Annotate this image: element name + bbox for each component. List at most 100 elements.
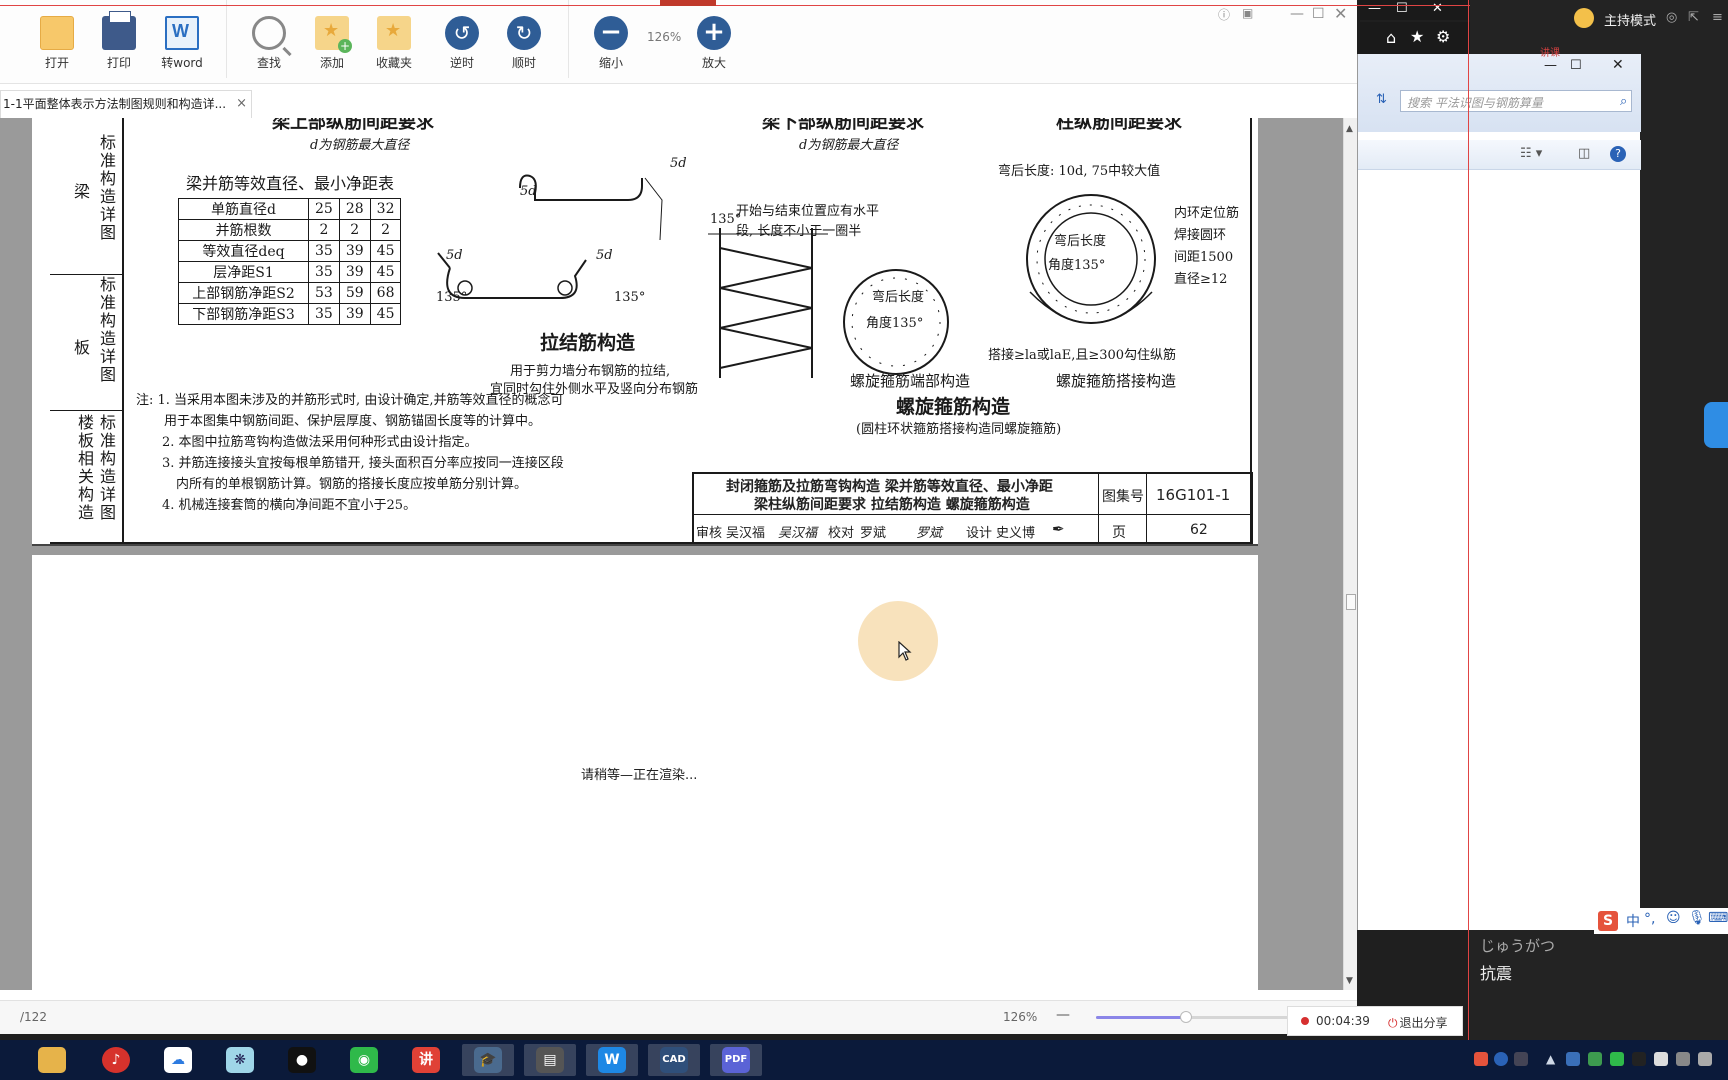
bundled-bar-table: 单筋直径d 25 28 32 并筋根数 2 2 2 等效直径deq 35 39 45 层净距S1 35 39… bbox=[178, 198, 402, 325]
taskbar-edu-app[interactable]: 🎓 bbox=[462, 1044, 514, 1076]
ring-note-3: 间距1500 bbox=[1174, 250, 1234, 265]
tab-document[interactable]: 1-1平面整体表示方法制图规则和构造详... × bbox=[0, 90, 252, 118]
explorer-minimize-button[interactable]: — bbox=[1544, 58, 1557, 73]
w-app-icon: W bbox=[598, 1047, 626, 1073]
search-icon[interactable]: ⌕ bbox=[1620, 94, 1627, 109]
explorer-close-button[interactable]: ✕ bbox=[1612, 57, 1624, 73]
top-red-label: 讲课 bbox=[1540, 48, 1560, 59]
document-viewport[interactable]: 梁 标准构造详图 板 标准构造详图 楼板相关构造 标准构造详图 梁上部纵筋间距要… bbox=[0, 118, 1357, 990]
taskbar-cad[interactable]: CAD bbox=[648, 1044, 700, 1076]
shield-icon[interactable] bbox=[1588, 1052, 1602, 1066]
star-icon[interactable]: ★ bbox=[1410, 27, 1424, 46]
help-tray-icon[interactable] bbox=[1494, 1052, 1508, 1066]
browser-close-button[interactable]: ✕ bbox=[1432, 1, 1443, 16]
browser-minimize-button[interactable]: — bbox=[1368, 1, 1381, 16]
host-mode-label[interactable]: 主持模式 bbox=[1604, 10, 1656, 29]
ime-mode-label[interactable]: 中 bbox=[1626, 911, 1640, 931]
home-icon[interactable]: ⌂ bbox=[1386, 28, 1396, 47]
avatar[interactable] bbox=[1574, 8, 1594, 28]
favorites-button[interactable]: 收藏夹 bbox=[361, 16, 427, 76]
designer-signature-icon: ✒ bbox=[1052, 520, 1065, 538]
feedback-icon[interactable]: ▣ bbox=[1242, 6, 1253, 20]
taskbar-baidu-netdisk[interactable]: ☁ bbox=[152, 1044, 204, 1076]
wechat-icon: ◉ bbox=[350, 1047, 378, 1073]
ring-note-4: 直径≥12 bbox=[1174, 272, 1228, 287]
browser-maximize-button[interactable]: ☐ bbox=[1396, 1, 1408, 16]
flag-icon[interactable] bbox=[1654, 1052, 1668, 1066]
scroll-thumb[interactable] bbox=[1346, 594, 1356, 610]
rotate-cw-icon: ↻ bbox=[507, 16, 541, 50]
taskbar-feather-app[interactable]: ❋ bbox=[214, 1044, 266, 1076]
table-cell: 45 bbox=[369, 303, 402, 325]
popout-icon[interactable]: ⇱ bbox=[1688, 10, 1699, 25]
punctuation-icon[interactable]: °, bbox=[1644, 911, 1655, 927]
zoom-slider[interactable] bbox=[1096, 1011, 1296, 1023]
explorer-maximize-button[interactable]: ☐ bbox=[1570, 58, 1582, 73]
explorer-search-input[interactable]: 搜索 平法识图与钢筋算量 bbox=[1400, 90, 1632, 112]
status-zoom-out-button[interactable]: — bbox=[1056, 1007, 1070, 1023]
rotate-ccw-button[interactable]: ↺ 逆时 bbox=[429, 16, 495, 76]
find-button[interactable]: 查找 bbox=[236, 16, 302, 76]
refresh-icon[interactable]: ⇅ bbox=[1376, 92, 1387, 107]
scroll-down-icon[interactable]: ▼ bbox=[1346, 976, 1353, 986]
note-line: 内所有的单根钢筋计算。钢筋的搭接长度应按单筋分别计算。 bbox=[176, 477, 528, 492]
zoom-slider-handle[interactable] bbox=[1180, 1011, 1192, 1023]
info-icon[interactable]: ⓘ bbox=[1218, 6, 1230, 23]
maximize-button[interactable]: ☐ bbox=[1312, 6, 1325, 22]
view-options-icon[interactable]: ☷ ▾ bbox=[1520, 146, 1542, 161]
add-button[interactable]: + 添加 bbox=[299, 16, 365, 76]
close-button[interactable]: ✕ bbox=[1334, 4, 1347, 23]
table-cell: 59 bbox=[338, 282, 371, 304]
rotate-cw-button[interactable]: ↻ 顺时 bbox=[491, 16, 557, 76]
taskbar-netease-music[interactable]: ♪ bbox=[90, 1044, 142, 1076]
taskbar-file-explorer[interactable] bbox=[26, 1044, 78, 1076]
table-row-header: 并筋根数 bbox=[178, 219, 309, 241]
signal-icon[interactable] bbox=[1698, 1052, 1712, 1066]
arrow-tray-icon[interactable] bbox=[1514, 1052, 1528, 1066]
notification-icon[interactable] bbox=[1676, 1052, 1690, 1066]
ime-toolbar[interactable]: S 中 °, ☺ 🎙 ⌨ bbox=[1594, 908, 1728, 934]
gear-icon[interactable]: ⚙ bbox=[1436, 27, 1450, 46]
zoom-in-button[interactable]: + 放大 bbox=[681, 16, 747, 76]
network-tray-icon[interactable] bbox=[1566, 1052, 1580, 1066]
checker-signature: 罗斌 bbox=[916, 526, 943, 541]
share-region-border bbox=[1468, 0, 1469, 1040]
taskbar-pdf[interactable]: PDF bbox=[710, 1044, 762, 1076]
scroll-up-icon[interactable]: ▲ bbox=[1346, 124, 1353, 134]
preview-pane-icon[interactable]: ◫ bbox=[1578, 146, 1590, 161]
add-bookmark-icon: + bbox=[315, 16, 352, 53]
taskbar-qq[interactable]: ● bbox=[276, 1044, 328, 1076]
print-label: 打印 bbox=[106, 56, 131, 70]
zoom-out-button[interactable]: − 缩小 bbox=[578, 16, 644, 76]
table-cell: 32 bbox=[369, 198, 402, 220]
vertical-scrollbar[interactable]: ▲ ▼ bbox=[1343, 118, 1357, 990]
minimize-button[interactable]: — bbox=[1290, 6, 1304, 22]
review-label: 审核 bbox=[696, 526, 723, 541]
emoji-icon[interactable]: ☺ bbox=[1666, 910, 1681, 926]
pdf-icon: PDF bbox=[722, 1047, 750, 1073]
show-hidden-icon[interactable]: ▲ bbox=[1546, 1052, 1560, 1066]
keyboard-icon[interactable]: ⌨ bbox=[1708, 910, 1728, 926]
taskbar-word-app[interactable]: W bbox=[586, 1044, 638, 1076]
ime-word[interactable]: 抗震 bbox=[1480, 960, 1512, 984]
help-icon[interactable]: ? bbox=[1610, 146, 1626, 162]
exit-share-button[interactable]: 退出分享 bbox=[1388, 1014, 1448, 1031]
to-word-button[interactable]: 转word bbox=[149, 16, 215, 76]
settings-icon[interactable]: ◎ bbox=[1666, 10, 1677, 25]
tab-close-icon[interactable]: × bbox=[236, 91, 247, 117]
open-button[interactable]: 打开 bbox=[24, 16, 90, 76]
sogou-tray-icon[interactable] bbox=[1474, 1052, 1488, 1066]
print-button[interactable]: 打印 bbox=[86, 11, 152, 76]
spiral-note-1: 开始与结束位置应有水平 bbox=[736, 204, 880, 219]
taskbar-wechat[interactable]: ◉ bbox=[338, 1044, 390, 1076]
menu-icon[interactable]: ≡ bbox=[1712, 10, 1723, 25]
side-float-tab[interactable] bbox=[1704, 402, 1728, 448]
taskbar-course-app[interactable]: ▤ bbox=[524, 1044, 576, 1076]
taskbar-jiang-app[interactable]: 讲 bbox=[400, 1044, 452, 1076]
wechat-tray-icon[interactable] bbox=[1610, 1052, 1624, 1066]
side-label-beam: 梁 bbox=[74, 182, 91, 201]
share-region-handle bbox=[660, 0, 716, 6]
printer-icon bbox=[102, 11, 136, 50]
mic-icon[interactable]: 🎙 bbox=[1688, 910, 1706, 926]
qq-tray-icon[interactable] bbox=[1632, 1052, 1646, 1066]
